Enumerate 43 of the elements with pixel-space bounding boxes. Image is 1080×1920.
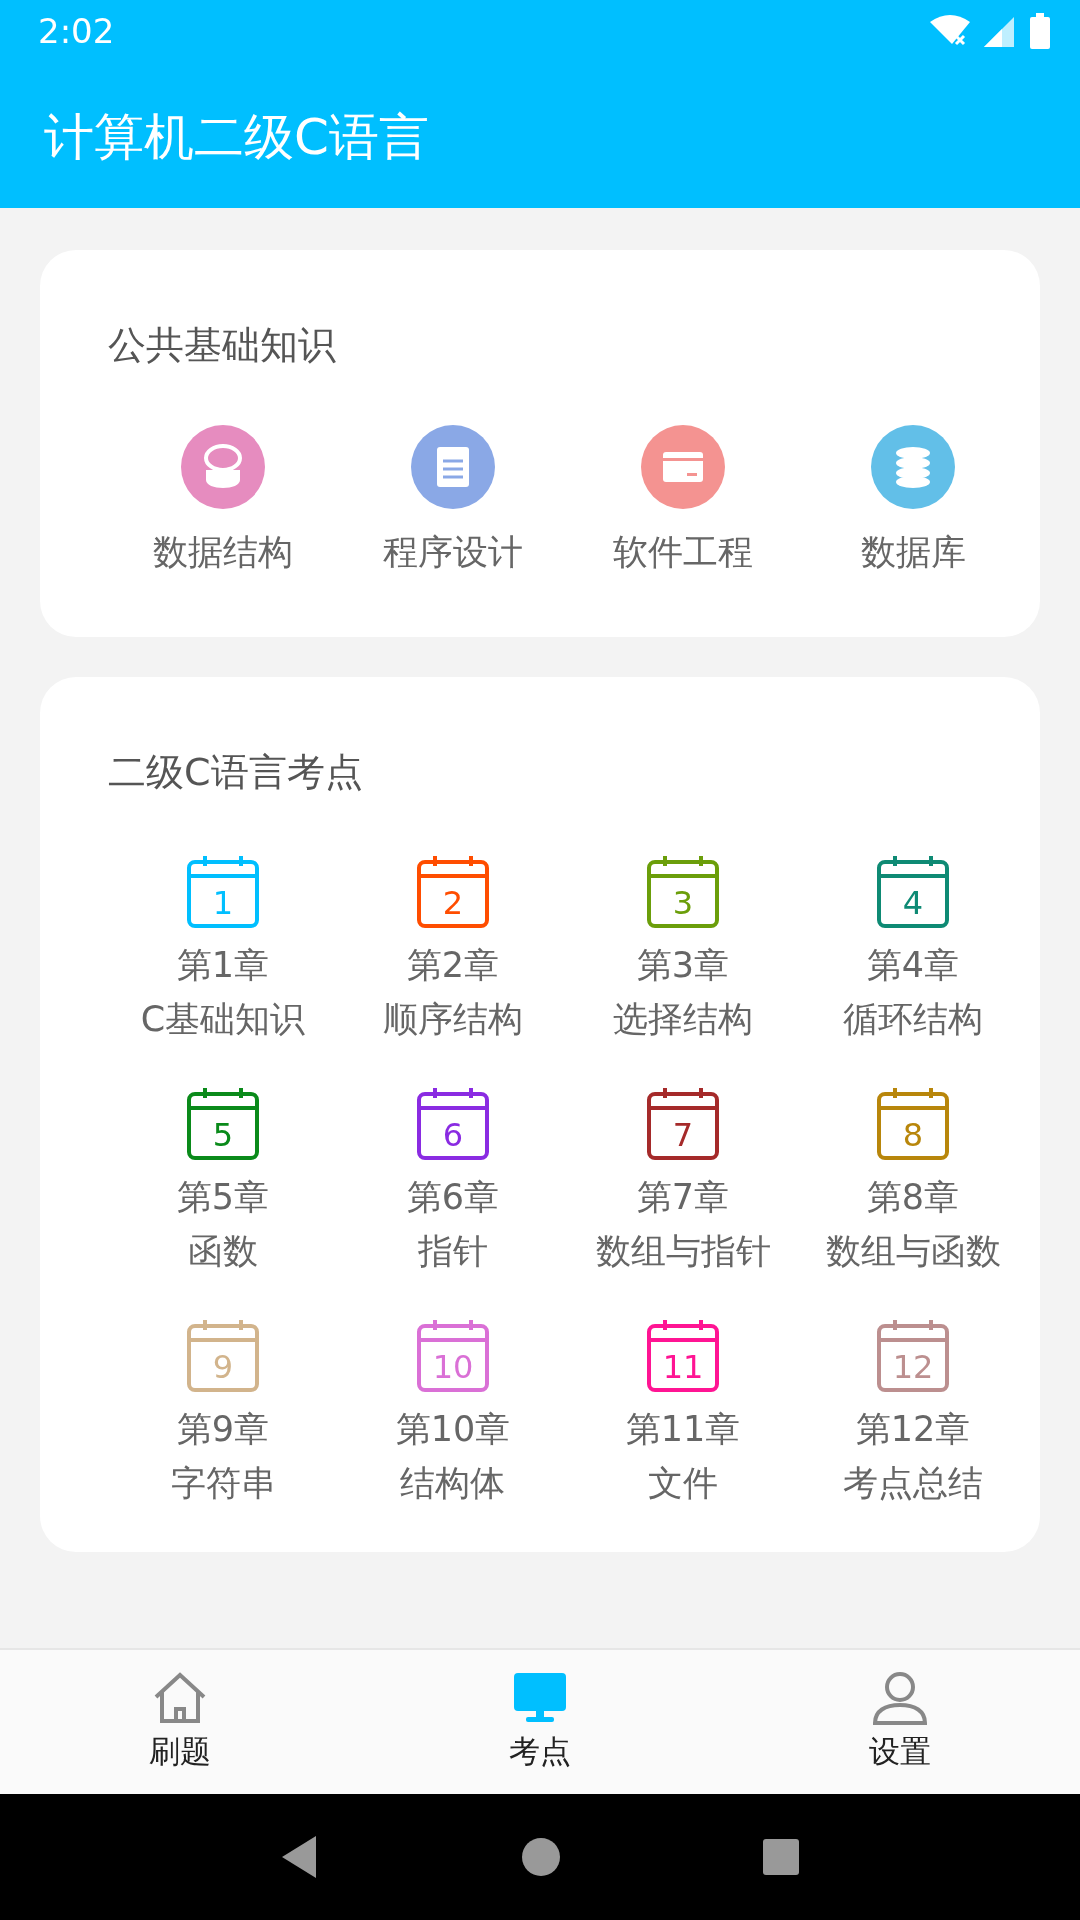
chapter-topic[interactable]: 选择结构 — [613, 992, 753, 1046]
wifi-off-icon — [930, 14, 970, 48]
chapter-number[interactable]: 第4章 — [866, 938, 960, 992]
status-time: 2:02 — [38, 11, 115, 51]
home-icon — [152, 1671, 208, 1725]
chapter-number[interactable]: 第2章 — [406, 938, 500, 992]
category-label[interactable]: 数据结构 — [153, 525, 293, 579]
home-button-icon[interactable] — [521, 1837, 561, 1877]
chapter-topic[interactable]: C基础知识 — [140, 992, 306, 1046]
battery-icon — [1030, 13, 1050, 49]
chapter-number[interactable]: 第3章 — [636, 938, 730, 992]
chapter-topic[interactable]: 结构体 — [400, 1456, 506, 1510]
chapter-topic[interactable]: 顺序结构 — [383, 992, 523, 1046]
nav-tab[interactable]: 刷题 — [30, 1650, 330, 1794]
category-label[interactable]: 软件工程 — [613, 525, 753, 579]
chapter-topic[interactable]: 文件 — [648, 1456, 718, 1510]
chapter-topic[interactable]: 指针 — [418, 1224, 488, 1278]
signal-icon — [984, 15, 1016, 47]
chapter-number[interactable]: 第11章 — [625, 1402, 741, 1456]
nav-tab[interactable]: 设置 — [750, 1650, 1050, 1794]
chapter-number[interactable]: 第8章 — [866, 1170, 960, 1224]
chapter-number[interactable]: 第1章 — [176, 938, 270, 992]
category-label[interactable]: 数据库 — [860, 525, 966, 579]
chapter-topic[interactable]: 循环结构 — [843, 992, 983, 1046]
chapter-topic[interactable]: 字符串 — [170, 1456, 276, 1510]
chapter-topic[interactable]: 数组与指针 — [595, 1224, 771, 1278]
category-label[interactable]: 程序设计 — [383, 525, 523, 579]
user-icon — [872, 1671, 928, 1725]
nav-tab[interactable]: 考点 — [390, 1650, 690, 1794]
chapter-number[interactable]: 第5章 — [176, 1170, 270, 1224]
chapter-number[interactable]: 第10章 — [395, 1402, 511, 1456]
app-title: 计算机二级C语言 — [44, 107, 430, 168]
monitor-icon — [512, 1671, 568, 1725]
chapter-number[interactable]: 第7章 — [636, 1170, 730, 1224]
chapter-topic[interactable]: 考点总结 — [843, 1456, 983, 1510]
section-title: 公共基础知识 — [108, 322, 337, 369]
chapter-number[interactable]: 第12章 — [855, 1402, 971, 1456]
chapter-topic[interactable]: 数组与函数 — [825, 1224, 1001, 1278]
section-title: 二级C语言考点 — [108, 749, 364, 796]
chapter-number[interactable]: 第9章 — [176, 1402, 270, 1456]
recents-icon[interactable] — [761, 1838, 800, 1876]
chapter-topic[interactable]: 函数 — [188, 1224, 258, 1278]
chapter-number[interactable]: 第6章 — [406, 1170, 500, 1224]
